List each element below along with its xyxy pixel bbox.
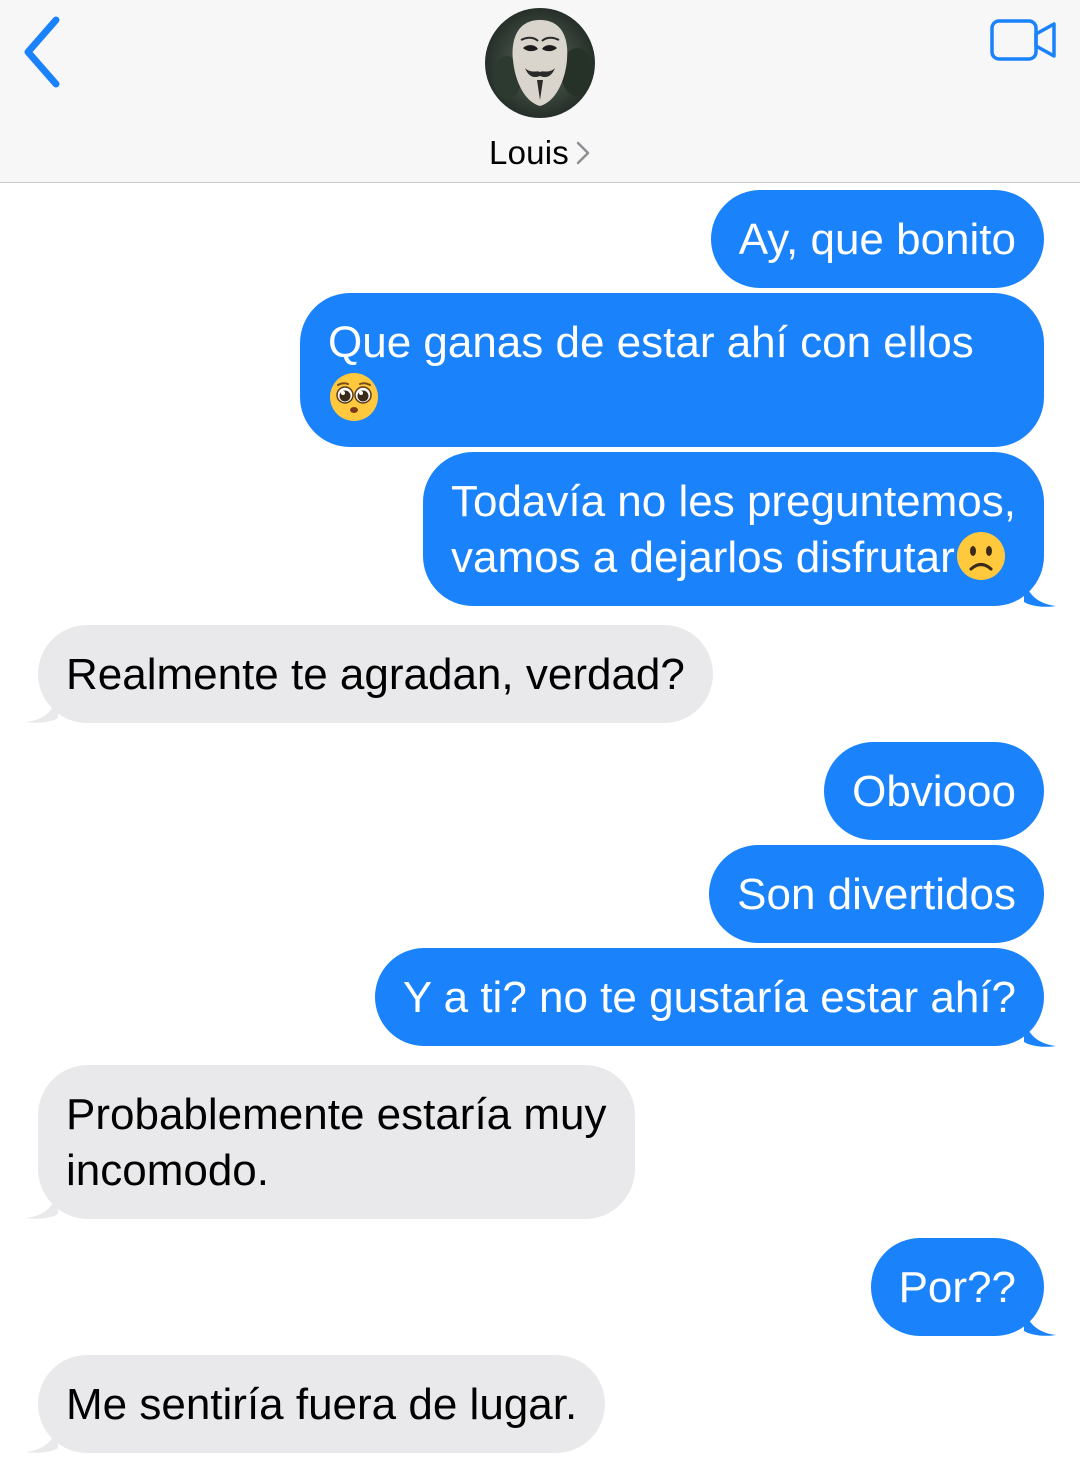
received-message-bubble[interactable]: Me sentiría fuera de lugar.: [38, 1355, 606, 1453]
message-text-line: Probablemente estaría muy: [66, 1090, 607, 1139]
sent-message-bubble[interactable]: Que ganas de estar ahí con ellos: [300, 293, 1044, 447]
message-text: Son divertidos: [737, 870, 1016, 919]
back-button[interactable]: [14, 8, 74, 88]
sent-bubble-tail: [1024, 1016, 1056, 1047]
message-text: Por??: [898, 1263, 1016, 1312]
message-text: Y a ti? no te gustaría estar ahí?: [402, 973, 1016, 1022]
message-text-line: vamos a dejarlos disfrutar: [450, 533, 955, 582]
message-text: Ay, que bonito: [738, 215, 1016, 264]
sent-message-bubble[interactable]: Obviooo: [824, 742, 1044, 840]
received-bubble-tail: [26, 1422, 58, 1453]
chevron-right-icon: [576, 141, 590, 165]
received-bubble-tail: [26, 692, 58, 723]
conversation-header: Louis: [0, 0, 1080, 183]
sent-message-bubble[interactable]: Son divertidos: [709, 845, 1044, 943]
message-text-line: incomodo.: [66, 1146, 270, 1195]
sent-message-bubble[interactable]: Por??: [870, 1238, 1044, 1336]
sent-message-bubble[interactable]: Todavía no les preguntemos, vamos a deja…: [422, 452, 1044, 606]
message-text: Que ganas de estar ahí con ellos: [328, 318, 974, 367]
sent-bubble-tail: [1024, 1305, 1056, 1336]
sent-bubble-tail: [1024, 576, 1056, 607]
video-call-button[interactable]: [986, 12, 1062, 66]
chevron-left-icon: [24, 16, 60, 88]
received-message-bubble[interactable]: Realmente te agradan, verdad?: [38, 625, 713, 723]
received-message-bubble[interactable]: Probablemente estaría muy incomodo.: [38, 1065, 635, 1219]
sent-message-bubble[interactable]: Ay, que bonito: [710, 190, 1044, 288]
pleading-face-emoji-icon: [330, 373, 378, 421]
avatar[interactable]: [485, 8, 595, 118]
message-text: Realmente te agradan, verdad?: [66, 650, 685, 699]
message-text: Me sentiría fuera de lugar.: [66, 1380, 578, 1429]
received-bubble-tail: [26, 1188, 58, 1219]
mask-avatar-icon: [485, 8, 595, 118]
sent-message-bubble[interactable]: Y a ti? no te gustaría estar ahí?: [374, 948, 1044, 1046]
message-text: Obviooo: [852, 767, 1016, 816]
contact-name: Louis: [489, 134, 569, 171]
video-camera-icon: [990, 19, 1056, 61]
slightly-frowning-face-emoji-icon: [956, 532, 1005, 580]
contact-info-button[interactable]: Louis: [0, 130, 1080, 176]
message-text-line: Todavía no les preguntemos,: [450, 477, 1016, 526]
